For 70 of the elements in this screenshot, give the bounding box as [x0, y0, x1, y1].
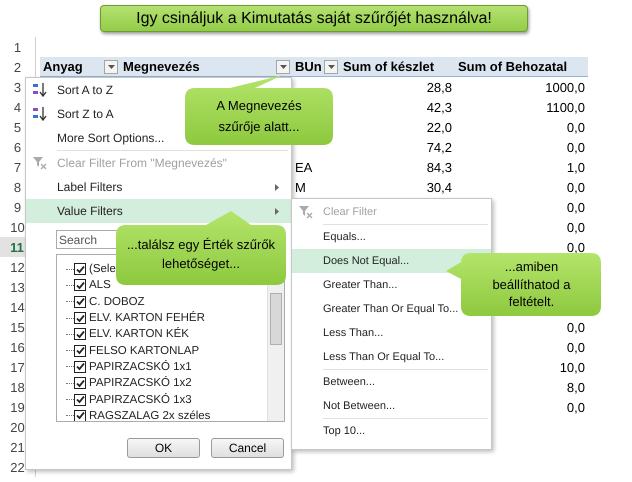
menu-item[interactable]: Between... — [292, 370, 491, 394]
column-header: Sum of készlet — [343, 59, 434, 74]
table-cell: 0,0 — [566, 400, 585, 414]
table-cell: 0,0 — [566, 200, 585, 214]
filter-dropdown-button[interactable] — [276, 60, 290, 74]
clear-filter-icon — [32, 155, 48, 171]
dialog-button[interactable]: Cancel — [211, 438, 284, 458]
submenu-arrow-icon — [275, 184, 279, 191]
dialog-button[interactable]: OK — [127, 438, 200, 458]
checklist-label: PAPIRZACSKÓ 1x3 — [89, 394, 192, 406]
table-cell: 0,0 — [566, 220, 585, 234]
menu-item[interactable]: Less Than... — [292, 321, 491, 345]
filter-dropdown-button[interactable] — [104, 60, 118, 74]
checklist-label: FELSO KARTONLAP — [89, 344, 200, 357]
table-cell: 42,3 — [426, 100, 452, 114]
table-cell: 10,0 — [560, 360, 585, 374]
checkbox[interactable] — [74, 410, 86, 421]
caret-icon — [280, 64, 286, 68]
caret-icon — [328, 64, 334, 68]
table-cell: 30,4 — [426, 180, 452, 194]
submenu-arrow-icon — [275, 208, 279, 215]
column-header: Sum of Behozatal — [458, 59, 568, 74]
table-cell: 0,0 — [566, 340, 585, 354]
table-cell: EA — [295, 160, 312, 174]
checkbox[interactable] — [74, 377, 86, 390]
menu-item[interactable]: Less Than Or Equal To... — [292, 345, 491, 369]
table-cell: 0,0 — [566, 120, 585, 134]
table-cell: 28,8 — [426, 80, 452, 94]
table-cell: 0,0 — [566, 240, 585, 254]
checklist-label: ELV. KARTON FEHÉR — [89, 312, 205, 324]
column-header: Megnevezés — [123, 59, 200, 74]
table-cell: 84,3 — [426, 160, 452, 174]
row-number: 1 — [0, 37, 36, 57]
checklist-label: RAGSZALAG 2x széles — [89, 410, 210, 421]
checklist-label: PAPIRZACSKÓ 1x2 — [89, 377, 192, 390]
filter-dropdown-button[interactable] — [324, 60, 338, 74]
checkbox[interactable] — [74, 394, 86, 406]
table-cell: 8,0 — [566, 380, 585, 394]
checkbox[interactable] — [74, 328, 86, 340]
title-banner: Igy csináljuk a Kimutatás saját szűrőjét használva! — [100, 5, 528, 32]
checkbox[interactable] — [74, 360, 86, 373]
table-cell: 0,0 — [566, 320, 585, 334]
table-cell: 1,0 — [566, 160, 585, 174]
checkbox[interactable] — [74, 344, 86, 357]
checklist-label: PAPIRZACSKÓ 1x1 — [89, 360, 192, 373]
checkbox[interactable] — [74, 279, 86, 292]
menu-item[interactable]: Equals... — [292, 225, 491, 249]
table-cell: 22,0 — [426, 120, 452, 134]
checklist-label: ALS — [89, 279, 111, 292]
sort-ascending-icon — [32, 82, 48, 98]
table-cell: 1100,0 — [546, 100, 585, 114]
checkbox[interactable] — [74, 312, 86, 324]
scrollbar-thumb[interactable] — [270, 293, 282, 345]
table-cell: 0,0 — [566, 180, 585, 194]
checkbox[interactable] — [74, 296, 86, 308]
column-header: BUn — [295, 59, 322, 74]
table-cell: 1000,0 — [545, 80, 585, 94]
table-cell: 74,2 — [426, 140, 452, 154]
checklist-label: C. DOBOZ — [89, 296, 145, 308]
table-cell: 0,0 — [566, 140, 585, 154]
checklist-label: ELV. KARTON KÉK — [89, 328, 189, 340]
menu-item[interactable]: Top 10... — [292, 419, 491, 443]
clear-filter-icon — [298, 204, 314, 220]
menu-item[interactable]: Not Between... — [292, 394, 491, 418]
caret-icon — [108, 64, 114, 68]
column-header: Anyag — [43, 59, 83, 74]
table-cell: M — [295, 180, 306, 194]
checkbox[interactable] — [74, 263, 86, 276]
checklist-label: (Sele — [89, 263, 116, 276]
sort-descending-icon — [32, 106, 48, 122]
